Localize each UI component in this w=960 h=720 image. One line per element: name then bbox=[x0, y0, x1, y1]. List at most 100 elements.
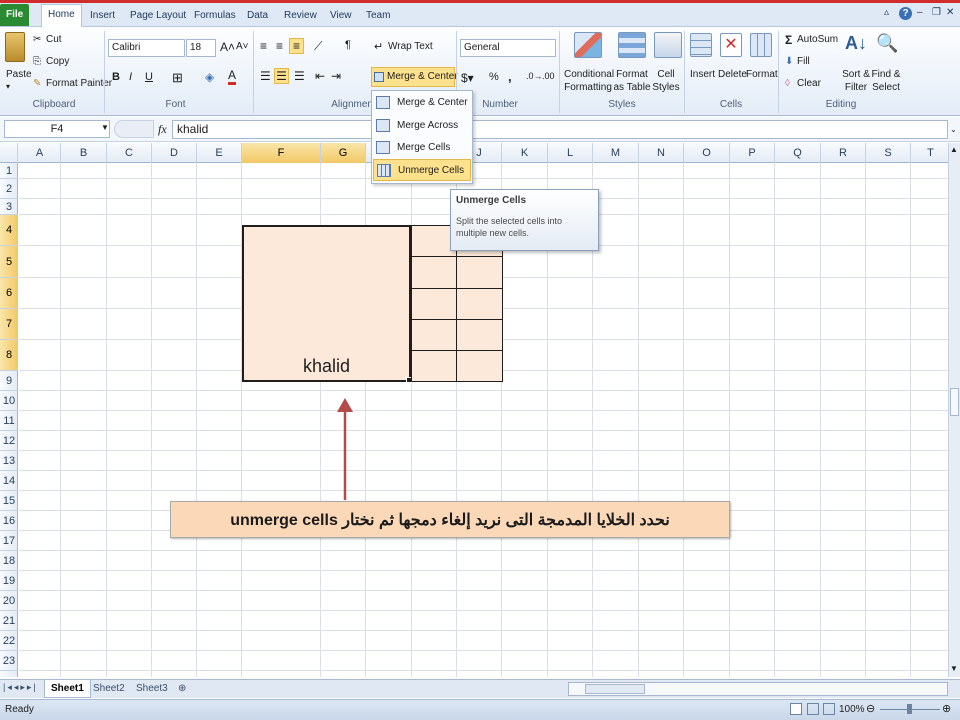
sort-filter-button[interactable]: Sort & Filter bbox=[842, 68, 870, 94]
column-header-m[interactable]: M bbox=[593, 143, 639, 163]
zoom-in-icon[interactable]: ⊕ bbox=[942, 702, 951, 715]
align-top-icon[interactable]: ≡ bbox=[260, 39, 267, 53]
font-size-select[interactable]: 18 bbox=[186, 39, 216, 57]
find-select-button[interactable]: Find & Select bbox=[870, 68, 902, 94]
clear-button[interactable]: Clear bbox=[797, 78, 821, 89]
cut-icon[interactable]: ✂ bbox=[33, 34, 41, 45]
decrease-decimal-icon[interactable]: .00 bbox=[542, 71, 555, 81]
column-header-k[interactable]: K bbox=[502, 143, 548, 163]
percent-button[interactable]: % bbox=[489, 71, 499, 83]
cut-button[interactable]: Cut bbox=[46, 34, 62, 45]
horizontal-scroll-thumb[interactable] bbox=[585, 684, 645, 694]
formula-input[interactable]: khalid bbox=[172, 120, 948, 139]
tab-review[interactable]: Review bbox=[278, 6, 323, 27]
minimize-ribbon-icon[interactable]: ▵ bbox=[884, 7, 889, 18]
wrap-text-icon[interactable]: ↵ bbox=[374, 40, 383, 53]
bordered-cell[interactable] bbox=[411, 350, 457, 382]
horizontal-scrollbar[interactable] bbox=[568, 682, 948, 696]
align-middle-icon[interactable]: ≡ bbox=[276, 39, 283, 53]
tab-team[interactable]: Team bbox=[360, 6, 396, 27]
clear-icon[interactable]: ◊ bbox=[785, 78, 790, 89]
increase-decimal-icon[interactable]: .0→ bbox=[526, 71, 543, 81]
underline-button[interactable]: U bbox=[145, 71, 153, 83]
bordered-cell[interactable] bbox=[411, 256, 457, 289]
row-header-1[interactable]: 1 bbox=[0, 163, 18, 179]
row-header-12[interactable]: 12 bbox=[0, 431, 18, 451]
scroll-down-icon[interactable]: ▼ bbox=[950, 664, 958, 673]
scroll-up-icon[interactable]: ▲ bbox=[950, 145, 958, 154]
window-restore-icon[interactable]: ❐ bbox=[932, 7, 941, 18]
row-header-14[interactable]: 14 bbox=[0, 471, 18, 491]
bordered-cell[interactable] bbox=[456, 319, 503, 351]
formula-bar-handle[interactable] bbox=[114, 120, 154, 138]
row-header-23[interactable]: 23 bbox=[0, 651, 18, 671]
paste-icon[interactable] bbox=[5, 32, 25, 62]
insert-sheet-icon[interactable]: ⊕ bbox=[172, 680, 192, 698]
bold-button[interactable]: B bbox=[112, 71, 120, 83]
row-header-19[interactable]: 19 bbox=[0, 571, 18, 591]
column-header-r[interactable]: R bbox=[821, 143, 866, 163]
sheet-tab-3[interactable]: Sheet3 bbox=[130, 680, 174, 698]
tab-view[interactable]: View bbox=[324, 6, 358, 27]
menu-item-merge-across[interactable]: Merge Across bbox=[373, 115, 471, 137]
menu-item-unmerge-cells[interactable]: Unmerge Cells bbox=[373, 159, 471, 181]
menu-item-merge-center[interactable]: Merge & Center bbox=[373, 92, 471, 114]
row-header-17[interactable]: 17 bbox=[0, 531, 18, 551]
column-header-o[interactable]: O bbox=[684, 143, 730, 163]
column-header-s[interactable]: S bbox=[866, 143, 911, 163]
bordered-cell[interactable] bbox=[456, 288, 503, 320]
column-header-d[interactable]: D bbox=[152, 143, 197, 163]
page-layout-view-icon[interactable] bbox=[807, 703, 819, 715]
column-header-e[interactable]: E bbox=[197, 143, 242, 163]
column-header-c[interactable]: C bbox=[107, 143, 152, 163]
tab-file[interactable]: File bbox=[0, 4, 30, 26]
tab-page-layout[interactable]: Page Layout bbox=[124, 6, 192, 27]
bordered-cell[interactable] bbox=[456, 350, 503, 382]
vertical-scroll-thumb[interactable] bbox=[950, 388, 959, 416]
autosum-icon[interactable]: Σ bbox=[785, 33, 792, 47]
insert-cells-icon[interactable] bbox=[690, 33, 712, 57]
row-header-11[interactable]: 11 bbox=[0, 411, 18, 431]
tab-home[interactable]: Home bbox=[41, 4, 82, 28]
format-as-table-icon[interactable] bbox=[618, 32, 646, 58]
number-format-select[interactable]: General bbox=[460, 39, 556, 57]
zoom-level[interactable]: 100% bbox=[839, 704, 865, 715]
copy-icon[interactable]: ⎘ bbox=[33, 56, 41, 67]
comma-button[interactable]: , bbox=[508, 69, 512, 84]
column-header-p[interactable]: P bbox=[730, 143, 775, 163]
column-header-a[interactable]: A bbox=[19, 143, 61, 163]
wrap-text-button[interactable]: Wrap Text bbox=[388, 41, 433, 52]
cell-styles-button[interactable]: Cell Styles bbox=[650, 68, 682, 94]
row-header-20[interactable]: 20 bbox=[0, 591, 18, 611]
row-header-8[interactable]: 8 bbox=[0, 340, 18, 371]
sheet-tab-1[interactable]: Sheet1 bbox=[44, 680, 91, 698]
decrease-indent-icon[interactable]: ⇤ bbox=[315, 69, 325, 83]
column-header-g[interactable]: G bbox=[321, 143, 366, 163]
sheet-nav-icons[interactable]: |◂◂▸▸| bbox=[3, 682, 38, 693]
window-minimize-icon[interactable]: – bbox=[917, 7, 923, 18]
row-header-18[interactable]: 18 bbox=[0, 551, 18, 571]
page-break-view-icon[interactable] bbox=[823, 703, 835, 715]
column-header-t[interactable]: T bbox=[911, 143, 951, 163]
bordered-cell[interactable] bbox=[411, 319, 457, 351]
format-as-table-button[interactable]: Format as Table bbox=[612, 68, 652, 94]
menu-item-merge-cells[interactable]: Merge Cells bbox=[373, 137, 471, 159]
name-box-dropdown-icon[interactable]: ▼ bbox=[101, 123, 109, 132]
column-header-b[interactable]: B bbox=[61, 143, 107, 163]
merged-cell-f4[interactable]: khalid bbox=[242, 225, 411, 382]
format-button[interactable]: Format bbox=[746, 69, 778, 80]
format-painter-button[interactable]: Format Painter bbox=[46, 78, 112, 89]
borders-icon[interactable]: ⊞ bbox=[172, 70, 183, 86]
currency-icon[interactable]: $▾ bbox=[461, 71, 474, 85]
format-painter-icon[interactable]: ✎ bbox=[33, 78, 41, 89]
align-right-icon[interactable]: ☰ bbox=[294, 69, 305, 83]
window-close-icon[interactable]: ✕ bbox=[946, 7, 954, 18]
row-header-10[interactable]: 10 bbox=[0, 391, 18, 411]
copy-button[interactable]: Copy bbox=[46, 56, 69, 67]
column-header-q[interactable]: Q bbox=[775, 143, 821, 163]
fill-icon[interactable]: ⬇ bbox=[785, 56, 793, 67]
row-header-21[interactable]: 21 bbox=[0, 611, 18, 631]
paste-button[interactable]: Paste bbox=[6, 69, 32, 80]
zoom-out-icon[interactable]: ⊖ bbox=[866, 702, 875, 715]
cell-styles-icon[interactable] bbox=[654, 32, 682, 58]
